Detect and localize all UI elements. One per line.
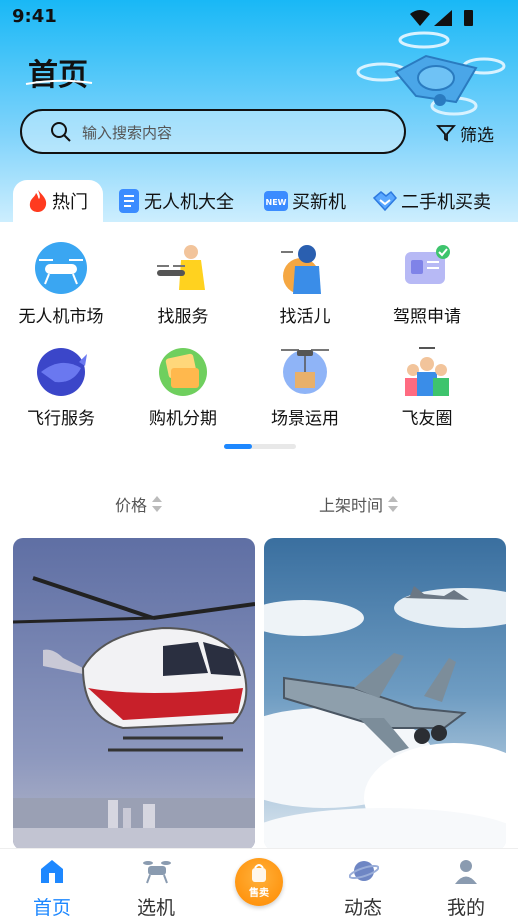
- handshake-icon: [372, 190, 397, 212]
- drone-icon: [35, 242, 87, 294]
- grid-item-flight-service[interactable]: 飞行服务: [0, 342, 122, 429]
- listing-card-fighter-jets[interactable]: [264, 538, 506, 850]
- nav-feed-label: 动态: [343, 897, 382, 919]
- status-icons: [410, 10, 473, 26]
- grid-item-scenario[interactable]: 场景运用: [244, 342, 366, 429]
- grid-item-drone-market[interactable]: 无人机市场: [0, 240, 122, 327]
- filter-label: 筛选: [460, 125, 494, 146]
- tab-second-hand-label: 二手机买卖: [401, 192, 491, 213]
- grid-pager: [224, 444, 296, 449]
- tab-drone-catalog-label: 无人机大全: [144, 192, 234, 213]
- sort-arrows-icon: [152, 496, 163, 512]
- group-icon: [405, 347, 449, 396]
- pilot-icon: [281, 245, 321, 294]
- helicopter-photo: [13, 538, 255, 850]
- service-worker-icon: [157, 245, 205, 290]
- filter-icon: [436, 125, 456, 142]
- tab-buy-new-label: 买新机: [292, 192, 346, 213]
- whale-icon: [37, 348, 87, 396]
- search-icon: [51, 122, 71, 142]
- grid-item-find-work[interactable]: 找活儿: [244, 240, 366, 327]
- wifi-icon: [410, 10, 430, 26]
- listing-card-helicopter[interactable]: [13, 538, 255, 850]
- sort-price-label: 价格: [115, 496, 148, 515]
- flame-icon: [29, 190, 47, 212]
- sort-price[interactable]: 价格: [115, 492, 163, 516]
- delivery-drone-icon: [281, 349, 329, 394]
- tab-buy-new[interactable]: NEW 买新机: [263, 180, 346, 222]
- fighter-jets-photo: [264, 538, 506, 850]
- battery-icon: [464, 10, 473, 26]
- grid-label: 飞行服务: [27, 409, 95, 429]
- new-badge-icon: NEW: [264, 191, 288, 211]
- tab-hot[interactable]: 热门: [13, 180, 103, 222]
- sell-button[interactable]: 售卖: [235, 858, 283, 906]
- filter-button[interactable]: 筛选: [436, 120, 494, 146]
- grid-item-license-apply[interactable]: 驾照申请: [366, 240, 488, 327]
- title-swoosh-icon: [25, 79, 93, 85]
- nav-profile[interactable]: 我的: [414, 849, 518, 922]
- nav-profile-label: 我的: [446, 897, 485, 919]
- grid-item-find-service[interactable]: 找服务: [122, 240, 244, 327]
- grid-label: 无人机市场: [18, 307, 104, 327]
- signal-icon: [434, 10, 452, 26]
- installment-icon: [159, 348, 207, 396]
- category-tabs: 热门 无人机大全 NEW 买新机 二手机买卖: [0, 180, 518, 222]
- search-input[interactable]: [80, 119, 384, 147]
- grid-label: 购机分期: [149, 409, 217, 429]
- grid-label: 找服务: [157, 307, 209, 327]
- search-bar[interactable]: [20, 109, 406, 154]
- nav-select-drone[interactable]: 选机: [104, 849, 208, 922]
- nav-home[interactable]: 首页: [0, 849, 104, 922]
- sort-arrows-icon: [388, 496, 399, 512]
- nav-home-label: 首页: [32, 897, 71, 919]
- drone-select-icon: [143, 861, 171, 884]
- grid-item-flyer-circle[interactable]: 飞友圈: [366, 342, 488, 429]
- grid-label: 飞友圈: [401, 409, 453, 429]
- function-grid: 无人机市场 找服务 找活儿 驾照申请 飞行服务 购机分期 场景运用 飞友圈: [0, 222, 518, 442]
- tab-hot-label: 热门: [52, 192, 88, 213]
- grid-label: 场景运用: [271, 409, 339, 429]
- profile-icon: [455, 860, 477, 884]
- planet-icon: [349, 861, 379, 881]
- grid-label: 驾照申请: [393, 307, 461, 327]
- nav-select-drone-label: 选机: [136, 897, 175, 919]
- grid-label: 找活儿: [279, 307, 331, 327]
- grid-item-installment[interactable]: 购机分期: [122, 342, 244, 429]
- sort-listing-time-label: 上架时间: [319, 496, 384, 515]
- sell-button-label: 售卖: [249, 888, 269, 899]
- sort-listing-time[interactable]: 上架时间: [319, 492, 399, 516]
- header: 9:41 首页 筛选: [0, 0, 518, 222]
- pager-indicator: [224, 444, 252, 449]
- nav-feed[interactable]: 动态: [311, 849, 415, 922]
- tab-second-hand[interactable]: 二手机买卖: [372, 180, 491, 222]
- status-time: 9:41: [12, 6, 57, 27]
- svg-text:NEW: NEW: [266, 198, 287, 207]
- license-icon: [405, 245, 450, 284]
- tab-drone-catalog[interactable]: 无人机大全: [117, 180, 234, 222]
- home-icon: [41, 860, 63, 883]
- document-icon: [119, 189, 139, 213]
